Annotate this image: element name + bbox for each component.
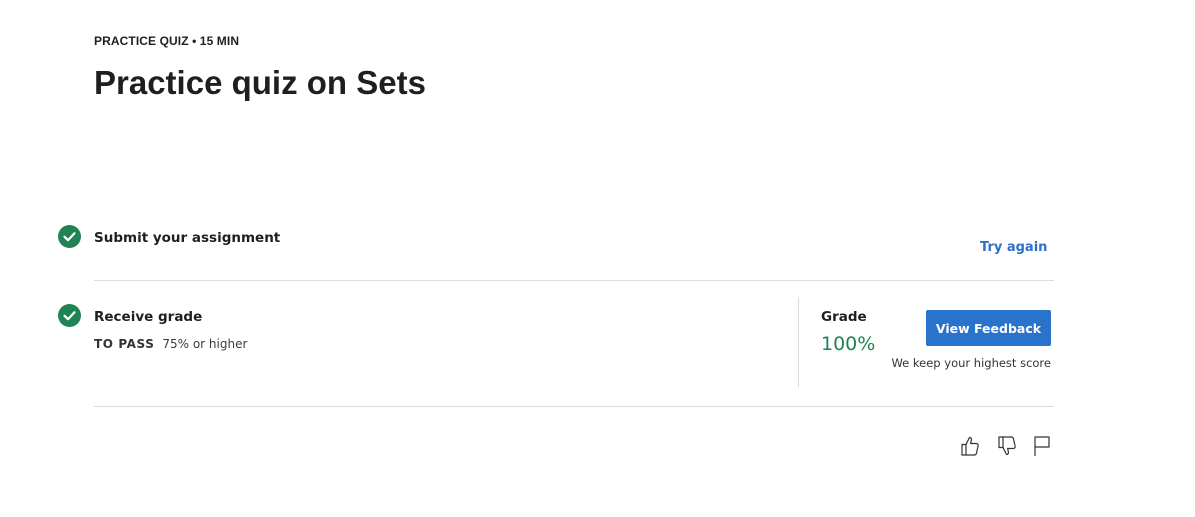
check-circle-icon — [58, 225, 81, 248]
quiz-meta: PRACTICE QUIZ • 15 MIN — [94, 34, 240, 48]
section-divider — [94, 406, 1054, 407]
section-divider — [94, 280, 1054, 281]
try-again-link[interactable]: Try again — [980, 240, 1047, 255]
pass-label: TO PASS — [94, 337, 155, 351]
receive-grade-title: Receive grade — [94, 309, 203, 325]
pass-requirement: TO PASS 75% or higher — [94, 337, 247, 351]
pass-value: 75% or higher — [162, 337, 248, 351]
highest-score-note: We keep your highest score — [891, 356, 1051, 370]
thumbs-down-icon[interactable] — [996, 434, 1018, 458]
grade-value: 100% — [821, 333, 876, 355]
thumbs-up-icon[interactable] — [959, 434, 981, 458]
grade-label: Grade — [821, 309, 867, 325]
view-feedback-button[interactable]: View Feedback — [926, 310, 1051, 346]
grade-divider — [798, 297, 799, 387]
check-circle-icon — [58, 304, 81, 327]
submit-assignment-title: Submit your assignment — [94, 230, 281, 246]
page-title: Practice quiz on Sets — [94, 64, 426, 101]
flag-icon[interactable] — [1032, 434, 1054, 458]
